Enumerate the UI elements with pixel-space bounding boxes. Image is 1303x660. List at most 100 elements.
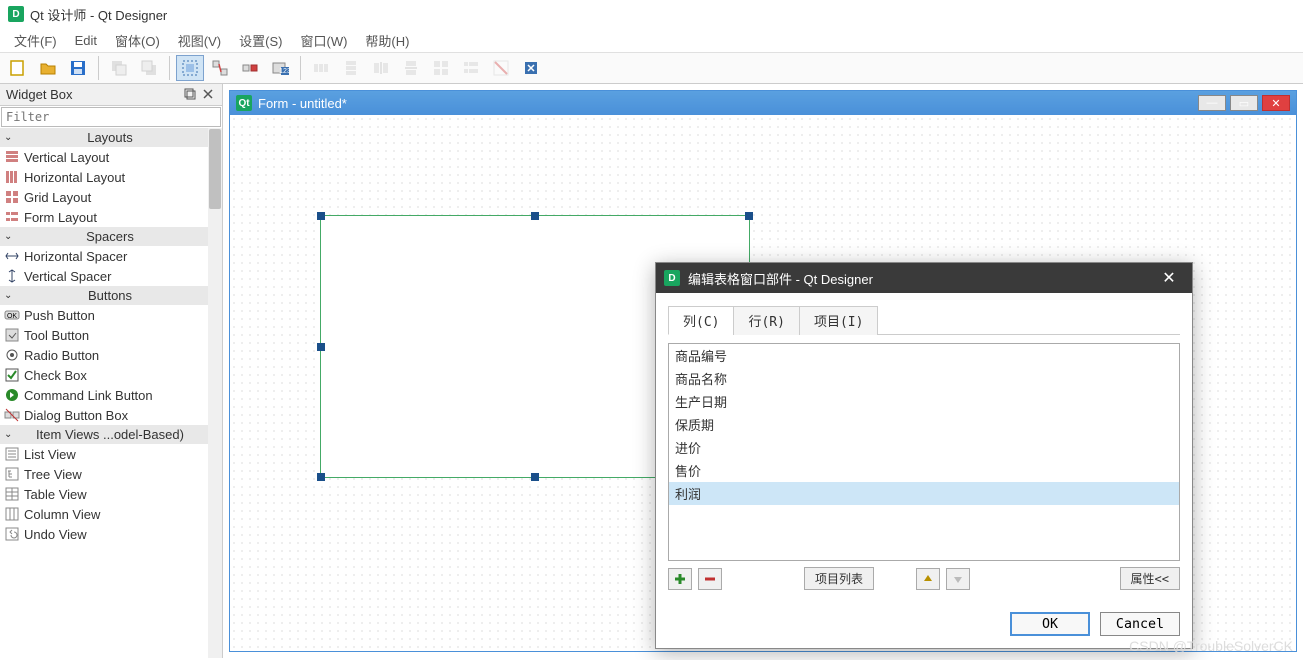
menu-settings[interactable]: 设置(S) <box>231 29 290 52</box>
undock-icon[interactable] <box>184 88 198 102</box>
columns-listbox[interactable]: 商品编号商品名称生产日期保质期进价售价利润 <box>668 343 1180 561</box>
close-button[interactable]: ✕ <box>1262 95 1290 111</box>
resize-handle[interactable] <box>317 212 325 220</box>
edit-signals-button[interactable] <box>206 55 234 81</box>
widget-group-header[interactable]: ⌄Buttons <box>0 286 208 305</box>
widget-group-header[interactable]: ⌄Spacers <box>0 227 208 246</box>
menu-view[interactable]: 视图(V) <box>170 29 229 52</box>
add-item-button[interactable] <box>668 568 692 590</box>
break-layout-button <box>487 55 515 81</box>
menu-file[interactable]: 文件(F) <box>6 29 65 52</box>
cancel-button[interactable]: Cancel <box>1100 612 1180 636</box>
widget-item[interactable]: Check Box <box>0 365 208 385</box>
widget-item[interactable]: Grid Layout <box>0 187 208 207</box>
widget-item[interactable]: Radio Button <box>0 345 208 365</box>
edit-buddies-button[interactable] <box>236 55 264 81</box>
scroll-thumb[interactable] <box>209 129 221 209</box>
widget-label: Grid Layout <box>24 190 91 205</box>
properties-button[interactable]: 属性<< <box>1120 567 1180 590</box>
widget-item[interactable]: Dialog Button Box <box>0 405 208 425</box>
column-list-item[interactable]: 商品编号 <box>669 344 1179 367</box>
toolbar: 123 <box>0 52 1303 84</box>
widget-icon <box>4 347 20 363</box>
send-back-button <box>105 55 133 81</box>
edit-widgets-button[interactable] <box>176 55 204 81</box>
move-down-button[interactable] <box>946 568 970 590</box>
layout-hsplit-button <box>367 55 395 81</box>
qt-logo-icon: D <box>8 6 24 22</box>
widget-item[interactable]: Table View <box>0 484 208 504</box>
widget-label: List View <box>24 447 76 462</box>
svg-text:123: 123 <box>279 68 289 75</box>
widget-item[interactable]: Tree View <box>0 464 208 484</box>
resize-handle[interactable] <box>531 212 539 220</box>
bring-front-button <box>135 55 163 81</box>
resize-handle[interactable] <box>317 343 325 351</box>
widget-item[interactable]: Vertical Layout <box>0 147 208 167</box>
widget-icon <box>4 268 20 284</box>
column-list-item[interactable]: 进价 <box>669 436 1179 459</box>
widget-label: Push Button <box>24 308 95 323</box>
widget-item[interactable]: Horizontal Layout <box>0 167 208 187</box>
dialog-close-button[interactable]: ✕ <box>1154 268 1184 288</box>
widget-item[interactable]: Undo View <box>0 524 208 544</box>
widget-item[interactable]: OKPush Button <box>0 305 208 325</box>
open-button[interactable] <box>34 55 62 81</box>
ok-button[interactable]: OK <box>1010 612 1090 636</box>
move-up-button[interactable] <box>916 568 940 590</box>
column-list-item[interactable]: 利润 <box>669 482 1179 505</box>
resize-handle[interactable] <box>317 473 325 481</box>
column-list-item[interactable]: 商品名称 <box>669 367 1179 390</box>
layout-form-button <box>457 55 485 81</box>
widget-item[interactable]: Vertical Spacer <box>0 266 208 286</box>
tab-items[interactable]: 项目(I) <box>799 306 878 335</box>
toolbar-sep <box>169 56 170 80</box>
save-button[interactable] <box>64 55 92 81</box>
widget-label: Dialog Button Box <box>24 408 128 423</box>
minimize-button[interactable]: — <box>1198 95 1226 111</box>
menu-window[interactable]: 窗口(W) <box>292 29 355 52</box>
widget-group-header[interactable]: ⌄Layouts <box>0 128 208 147</box>
widget-icon <box>4 248 20 264</box>
widget-item[interactable]: List View <box>0 444 208 464</box>
app-title: Qt 设计师 - Qt Designer <box>30 5 167 24</box>
widget-label: Command Link Button <box>24 388 153 403</box>
resize-handle[interactable] <box>745 212 753 220</box>
form-titlebar[interactable]: Qt Form - untitled* — ▭ ✕ <box>230 91 1296 115</box>
scrollbar[interactable] <box>208 128 222 658</box>
remove-item-button[interactable] <box>698 568 722 590</box>
widget-item[interactable]: Tool Button <box>0 325 208 345</box>
toolbar-sep <box>300 56 301 80</box>
dialog-tabs: 列(C) 行(R) 项目(I) <box>668 305 1180 335</box>
widget-item[interactable]: Command Link Button <box>0 385 208 405</box>
column-list-item[interactable]: 售价 <box>669 459 1179 482</box>
tab-rows[interactable]: 行(R) <box>733 306 799 335</box>
tab-columns[interactable]: 列(C) <box>668 306 734 335</box>
layout-grid-button <box>427 55 455 81</box>
edit-taborder-button[interactable]: 123 <box>266 55 294 81</box>
resize-handle[interactable] <box>531 473 539 481</box>
widget-icon <box>4 506 20 522</box>
widget-item[interactable]: Horizontal Spacer <box>0 246 208 266</box>
menu-edit[interactable]: Edit <box>67 31 105 50</box>
widget-label: Undo View <box>24 527 87 542</box>
widget-item[interactable]: Form Layout <box>0 207 208 227</box>
widget-icon <box>4 209 20 225</box>
widget-filter-input[interactable] <box>1 107 221 127</box>
widget-icon <box>4 387 20 403</box>
widget-box-panel: Widget Box ⌄LayoutsVertical LayoutHorizo… <box>0 84 223 658</box>
close-panel-icon[interactable] <box>202 88 216 102</box>
widget-group-header[interactable]: ⌄Item Views ...odel-Based) <box>0 425 208 444</box>
column-list-item[interactable]: 保质期 <box>669 413 1179 436</box>
adjust-size-button[interactable] <box>517 55 545 81</box>
menu-form[interactable]: 窗体(O) <box>107 29 168 52</box>
maximize-button[interactable]: ▭ <box>1230 95 1258 111</box>
widget-box-header: Widget Box <box>0 84 222 106</box>
item-list-button[interactable]: 项目列表 <box>804 567 874 590</box>
new-form-button[interactable] <box>4 55 32 81</box>
menu-help[interactable]: 帮助(H) <box>357 29 417 52</box>
widget-tree[interactable]: ⌄LayoutsVertical LayoutHorizontal Layout… <box>0 128 222 658</box>
column-list-item[interactable]: 生产日期 <box>669 390 1179 413</box>
dialog-titlebar[interactable]: D 编辑表格窗口部件 - Qt Designer ✕ <box>656 263 1192 293</box>
widget-item[interactable]: Column View <box>0 504 208 524</box>
